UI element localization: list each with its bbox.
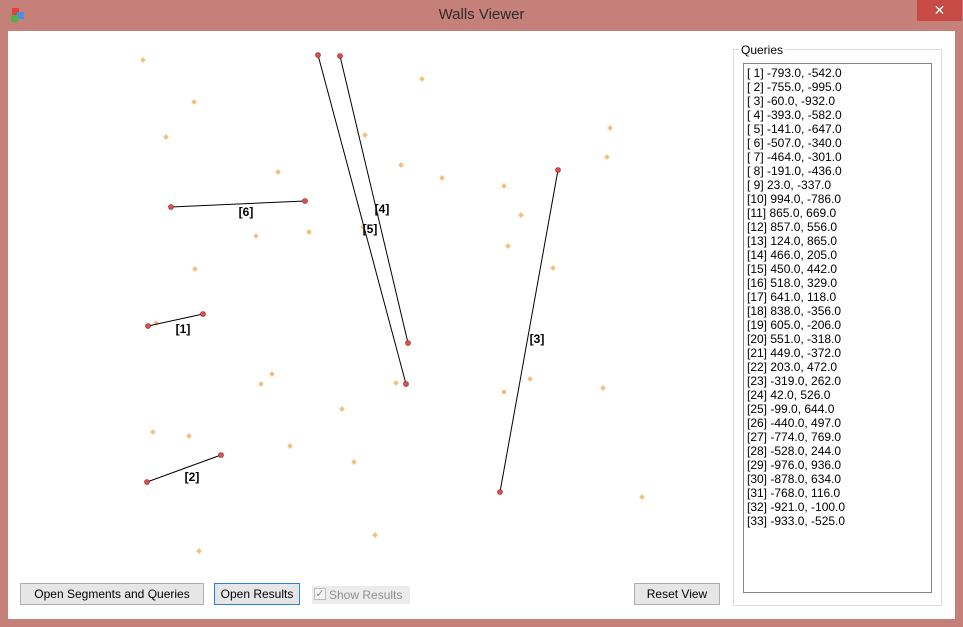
list-item[interactable]: [12] 857.0, 556.0 bbox=[747, 220, 931, 234]
list-item[interactable]: [23] -319.0, 262.0 bbox=[747, 374, 931, 388]
query-point bbox=[501, 389, 507, 395]
query-point bbox=[527, 376, 533, 382]
wall-segment bbox=[339, 55, 409, 344]
list-item[interactable]: [26] -440.0, 497.0 bbox=[747, 416, 931, 430]
segment-endpoint bbox=[315, 52, 321, 58]
query-point bbox=[186, 433, 192, 439]
client-area: [1] [2] [3] [4] [5] [6] Open Segments and Que… bbox=[8, 31, 955, 619]
list-item[interactable]: [ 5] -141.0, -647.0 bbox=[747, 122, 931, 136]
wall-segment bbox=[499, 169, 559, 493]
query-point bbox=[505, 243, 511, 249]
query-point bbox=[501, 183, 507, 189]
query-point bbox=[607, 125, 613, 131]
segment-endpoint bbox=[200, 311, 206, 317]
window-title: Walls Viewer bbox=[438, 6, 525, 23]
close-button[interactable]: ✕ bbox=[917, 0, 962, 21]
list-item[interactable]: [ 9] 23.0, -337.0 bbox=[747, 178, 931, 192]
list-item[interactable]: [20] 551.0, -318.0 bbox=[747, 332, 931, 346]
segment-endpoint bbox=[302, 198, 308, 204]
list-item[interactable]: [27] -774.0, 769.0 bbox=[747, 430, 931, 444]
segment-label: [1] bbox=[176, 322, 191, 336]
segment-endpoint bbox=[405, 340, 411, 346]
list-item[interactable]: [ 1] -793.0, -542.0 bbox=[747, 66, 931, 80]
query-point bbox=[163, 134, 169, 140]
segment-label: [6] bbox=[239, 205, 254, 219]
segment-endpoint bbox=[145, 323, 151, 329]
list-item[interactable]: [11] 865.0, 669.0 bbox=[747, 206, 931, 220]
query-point bbox=[639, 494, 645, 500]
query-point bbox=[362, 132, 368, 138]
query-point bbox=[550, 265, 556, 271]
wall-segment bbox=[317, 54, 407, 385]
segment-endpoint bbox=[218, 452, 224, 458]
query-point bbox=[604, 154, 610, 160]
list-item[interactable]: [24] 42.0, 526.0 bbox=[747, 388, 931, 402]
segment-label: [2] bbox=[185, 470, 200, 484]
query-point bbox=[306, 229, 312, 235]
list-item[interactable]: [28] -528.0, 244.0 bbox=[747, 444, 931, 458]
segment-label: [5] bbox=[363, 222, 378, 236]
query-point bbox=[275, 169, 281, 175]
segment-endpoint bbox=[403, 381, 409, 387]
reset-view-button[interactable]: Reset View bbox=[634, 583, 720, 605]
query-point bbox=[398, 162, 404, 168]
list-item[interactable]: [16] 518.0, 329.0 bbox=[747, 276, 931, 290]
segment-endpoint bbox=[144, 479, 150, 485]
list-item[interactable]: [13] 124.0, 865.0 bbox=[747, 234, 931, 248]
query-point bbox=[150, 429, 156, 435]
walls-canvas[interactable]: [1] [2] [3] [4] [5] [6] bbox=[8, 31, 728, 576]
list-item[interactable]: [33] -933.0, -525.0 bbox=[747, 514, 931, 528]
query-point bbox=[287, 443, 293, 449]
query-point bbox=[351, 459, 357, 465]
query-point bbox=[140, 57, 146, 63]
list-item[interactable]: [31] -768.0, 116.0 bbox=[747, 486, 931, 500]
list-item[interactable]: [ 8] -191.0, -436.0 bbox=[747, 164, 931, 178]
list-item[interactable]: [25] -99.0, 644.0 bbox=[747, 402, 931, 416]
queries-title: Queries bbox=[739, 43, 786, 57]
list-item[interactable]: [ 2] -755.0, -995.0 bbox=[747, 80, 931, 94]
list-item[interactable]: [15] 450.0, 442.0 bbox=[747, 262, 931, 276]
query-point bbox=[372, 532, 378, 538]
segment-label: [3] bbox=[530, 332, 545, 346]
list-item[interactable]: [17] 641.0, 118.0 bbox=[747, 290, 931, 304]
list-item[interactable]: [10] 994.0, -786.0 bbox=[747, 192, 931, 206]
segment-label: [4] bbox=[375, 202, 390, 216]
query-point bbox=[258, 381, 264, 387]
list-item[interactable]: [ 6] -507.0, -340.0 bbox=[747, 136, 931, 150]
segment-endpoint bbox=[168, 204, 174, 210]
show-results-label: Show Results bbox=[329, 588, 403, 602]
query-point bbox=[393, 380, 399, 386]
list-item[interactable]: [29] -976.0, 936.0 bbox=[747, 458, 931, 472]
query-point bbox=[439, 175, 445, 181]
query-point bbox=[191, 99, 197, 105]
list-item[interactable]: [ 7] -464.0, -301.0 bbox=[747, 150, 931, 164]
show-results-checkbox[interactable]: ✓ Show Results bbox=[312, 586, 410, 604]
open-segments-button[interactable]: Open Segments and Queries bbox=[20, 583, 204, 605]
list-item[interactable]: [32] -921.0, -100.0 bbox=[747, 500, 931, 514]
segment-endpoint bbox=[337, 53, 343, 59]
list-item[interactable]: [30] -878.0, 634.0 bbox=[747, 472, 931, 486]
queries-list[interactable]: [ 1] -793.0, -542.0[ 2] -755.0, -995.0[ … bbox=[743, 63, 932, 593]
open-results-button[interactable]: Open Results bbox=[214, 583, 300, 605]
list-item[interactable]: [ 3] -60.0, -932.0 bbox=[747, 94, 931, 108]
checkmark-icon: ✓ bbox=[314, 588, 326, 600]
list-item[interactable]: [22] 203.0, 472.0 bbox=[747, 360, 931, 374]
title-bar: Walls Viewer ✕ bbox=[0, 0, 963, 30]
query-point bbox=[269, 371, 275, 377]
segment-endpoint bbox=[497, 489, 503, 495]
list-item[interactable]: [19] 605.0, -206.0 bbox=[747, 318, 931, 332]
segment-endpoint bbox=[555, 167, 561, 173]
query-point bbox=[518, 212, 524, 218]
query-point bbox=[196, 548, 202, 554]
list-item[interactable]: [21] 449.0, -372.0 bbox=[747, 346, 931, 360]
query-point bbox=[192, 266, 198, 272]
query-point bbox=[600, 385, 606, 391]
query-point bbox=[339, 406, 345, 412]
list-item[interactable]: [14] 466.0, 205.0 bbox=[747, 248, 931, 262]
list-item[interactable]: [ 4] -393.0, -582.0 bbox=[747, 108, 931, 122]
query-point bbox=[253, 233, 259, 239]
list-item[interactable]: [18] 838.0, -356.0 bbox=[747, 304, 931, 318]
query-point bbox=[419, 76, 425, 82]
